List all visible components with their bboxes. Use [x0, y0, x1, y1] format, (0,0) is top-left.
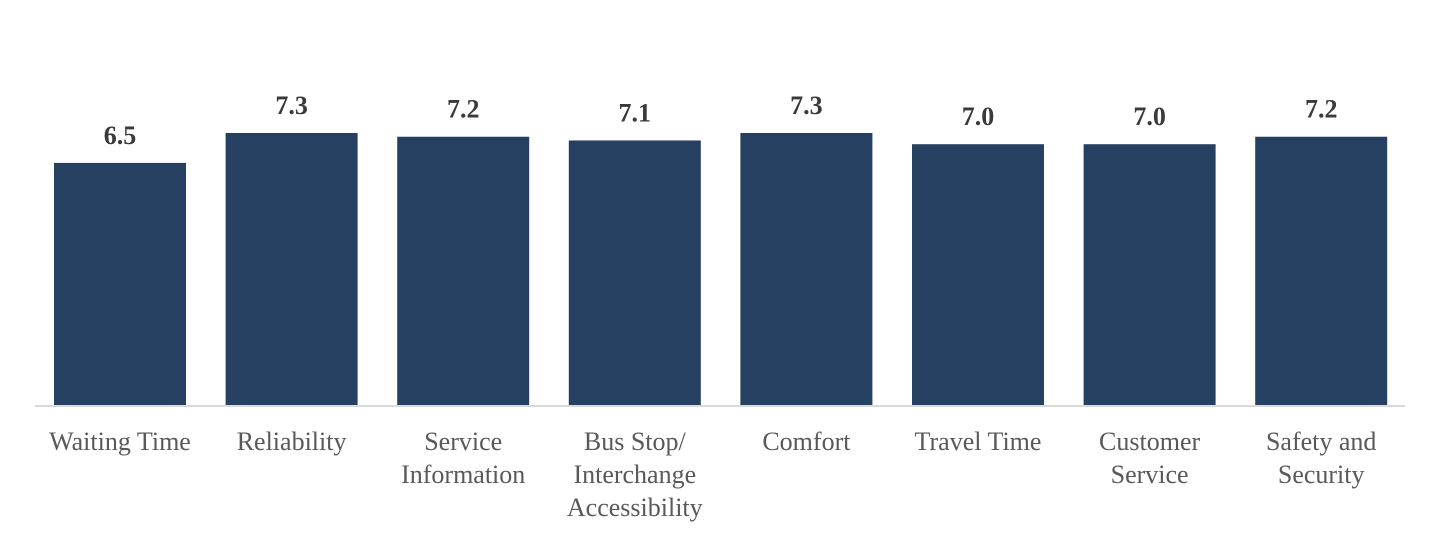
category-label: Waiting Time: [49, 427, 191, 456]
category-label: Bus Stop/Interchange Accessibility: [567, 427, 703, 522]
bar-chart: 6.5 7.3 7.2 7.1 7.3 7.0 7.0 7.2 Waiting Time Rel…: [35, 91, 1405, 522]
category-label: Travel Time: [915, 427, 1042, 456]
category-label-line: Waiting Time: [49, 427, 191, 456]
data-label: 7.2: [1305, 95, 1338, 124]
category-label-line: Security: [1278, 460, 1365, 489]
category-label-line: Accessibility: [567, 493, 703, 522]
category-label: Safety and Security: [1266, 427, 1376, 489]
bar: [397, 136, 530, 406]
data-label: 7.1: [619, 98, 652, 127]
bar: [1083, 144, 1216, 406]
data-label: 7.0: [1133, 102, 1166, 131]
bars-group: [54, 132, 1388, 407]
bar: [54, 162, 186, 406]
category-labels-group: Waiting Time Reliability Service Informatio…: [49, 427, 1376, 522]
category-label-line: Interchange: [573, 460, 696, 489]
data-label: 7.0: [962, 102, 995, 131]
bar: [912, 144, 1044, 406]
data-label: 7.2: [447, 95, 480, 124]
category-label-line: Comfort: [762, 427, 851, 456]
category-label-line: Safety and: [1266, 427, 1376, 456]
data-label: 7.3: [275, 91, 308, 120]
bar: [568, 140, 701, 406]
bar: [1255, 136, 1388, 406]
category-label-line: Bus Stop/: [584, 427, 687, 456]
category-label: Reliability: [237, 427, 347, 456]
category-label-line: Travel Time: [915, 427, 1042, 456]
data-label: 7.3: [790, 91, 823, 120]
data-label: 6.5: [104, 121, 137, 150]
category-label: Comfort: [762, 427, 851, 456]
category-label-line: Information: [401, 460, 525, 489]
category-label-line: Service: [424, 427, 502, 456]
category-label-line: Customer: [1099, 427, 1200, 456]
bar: [740, 132, 873, 407]
category-label: Service Information: [401, 427, 525, 489]
category-label-line: Service: [1111, 460, 1189, 489]
category-label: Customer Service: [1099, 427, 1200, 489]
bar: [225, 132, 358, 407]
category-label-line: Reliability: [237, 427, 347, 456]
